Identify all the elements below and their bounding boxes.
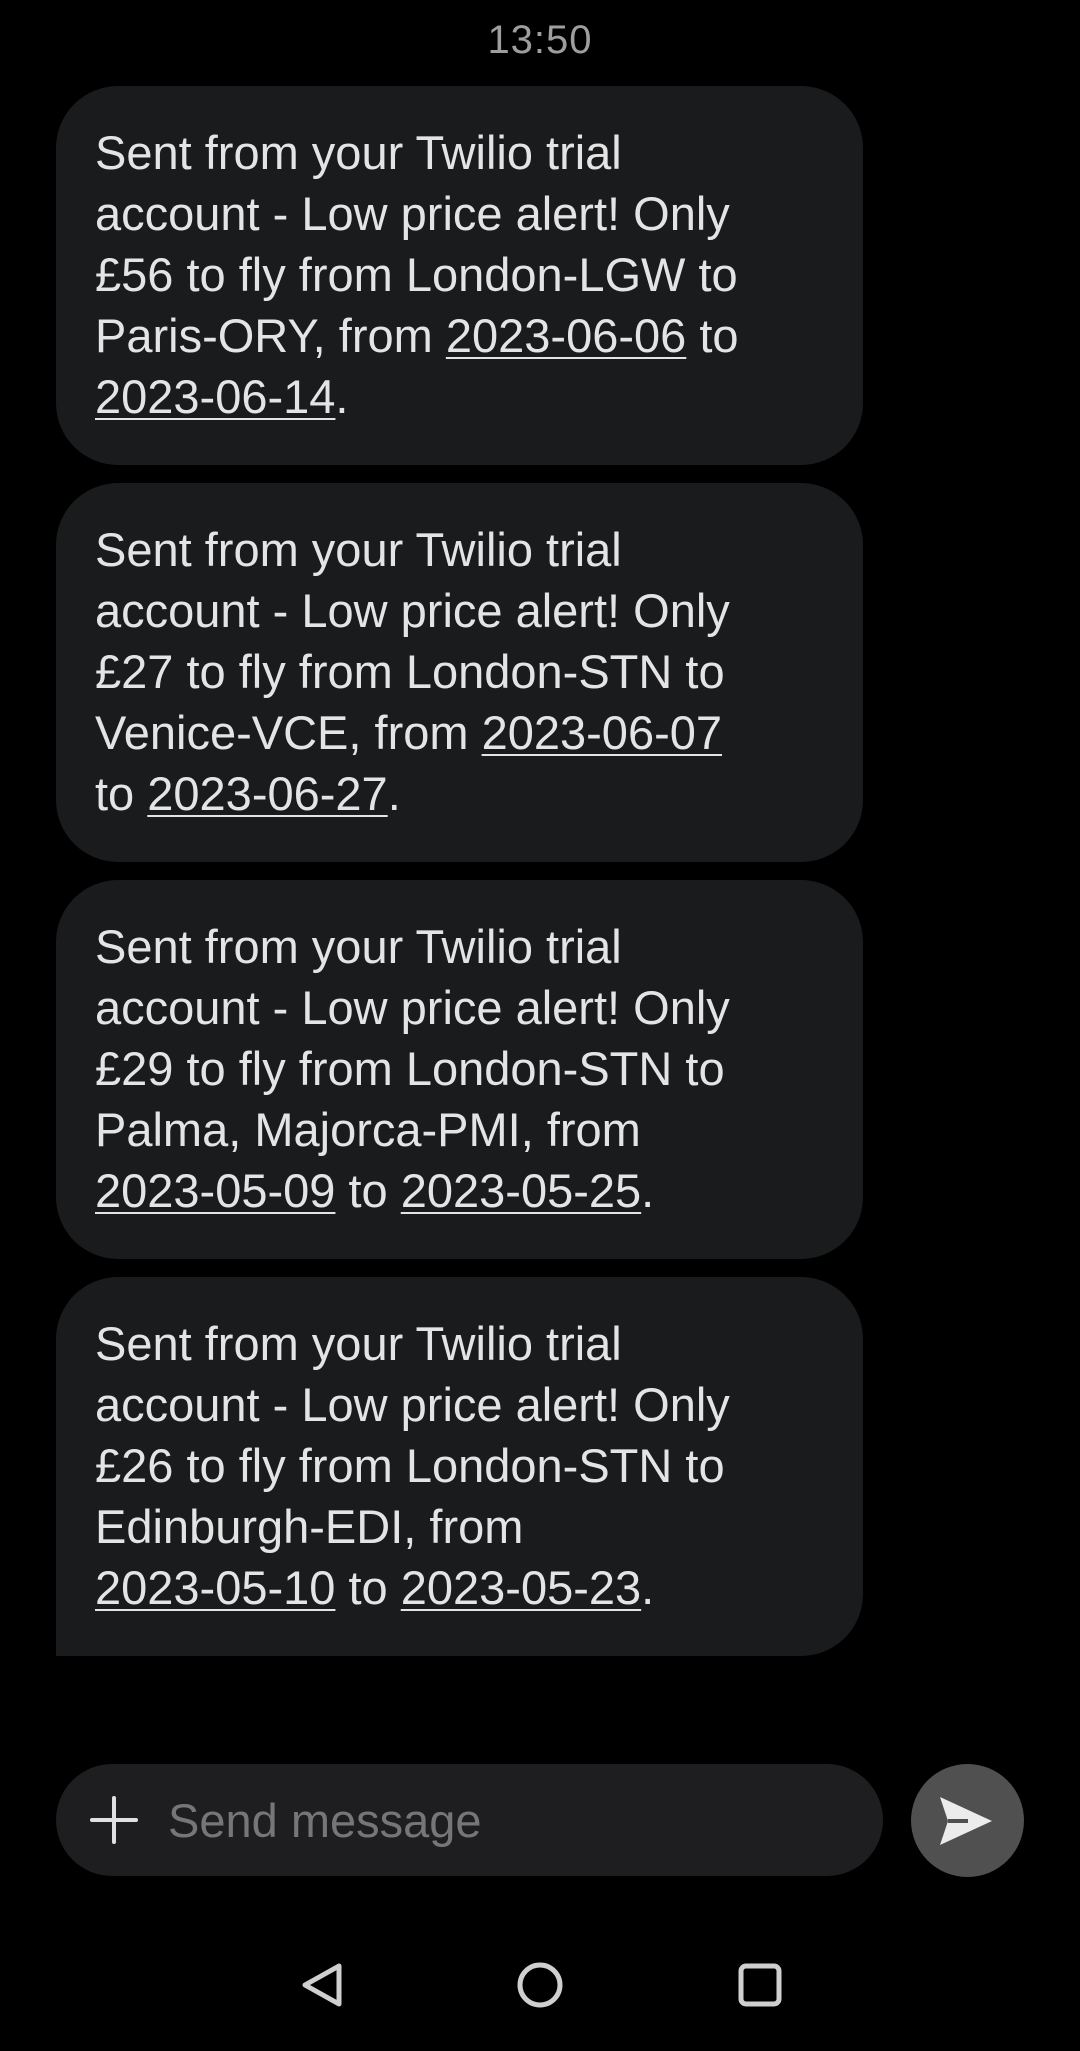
message-text: £26 to fly from London-STN to — [95, 1439, 725, 1492]
back-triangle-icon — [302, 1963, 342, 2007]
message-text-line: Sent from your Twilio trial — [95, 916, 823, 977]
message-text: . — [387, 767, 401, 820]
message-text: £29 to fly from London-STN to — [95, 1042, 725, 1095]
nav-recents-button[interactable] — [710, 1940, 810, 2030]
nav-home-button[interactable] — [490, 1940, 590, 2030]
message-thread: Sent from your Twilio trial account - Low… — [56, 86, 863, 1674]
message-text: account - Low price alert! Only — [95, 1378, 730, 1431]
message-text: Sent from your Twilio trial — [95, 126, 622, 179]
message-text-line: Palma, Majorca-PMI, from — [95, 1099, 823, 1160]
message-text: account - Low price alert! Only — [95, 584, 730, 637]
message-text-line: £56 to fly from London-LGW to — [95, 244, 823, 305]
message-text-line: £29 to fly from London-STN to — [95, 1038, 823, 1099]
message-text-line: 2023-05-09 to 2023-05-25. — [95, 1160, 823, 1221]
message-text-line: Sent from your Twilio trial — [95, 122, 823, 183]
message-text: Sent from your Twilio trial — [95, 1317, 622, 1370]
message-text-line: 2023-06-14. — [95, 366, 823, 427]
date-link[interactable]: 2023-06-14 — [95, 370, 335, 423]
message-bubble[interactable]: Sent from your Twilio trial account - Low… — [56, 483, 863, 862]
compose-bar — [56, 1764, 883, 1876]
message-text: to — [335, 1164, 401, 1217]
message-text: to — [95, 767, 148, 820]
date-link[interactable]: 2023-06-27 — [147, 767, 387, 820]
message-text: account - Low price alert! Only — [95, 981, 730, 1034]
message-text: . — [335, 370, 349, 423]
date-link[interactable]: 2023-05-23 — [401, 1561, 641, 1614]
message-text: Sent from your Twilio trial — [95, 920, 622, 973]
message-text: Venice-VCE, from — [95, 706, 482, 759]
message-text-line: 2023-05-10 to 2023-05-23. — [95, 1557, 823, 1618]
message-text: £56 to fly from London-LGW to — [95, 248, 738, 301]
message-text: . — [641, 1561, 655, 1614]
recents-square-icon — [738, 1963, 782, 2007]
message-text-line: account - Low price alert! Only — [95, 183, 823, 244]
home-circle-icon — [517, 1962, 563, 2008]
message-text-line: £27 to fly from London-STN to — [95, 641, 823, 702]
date-link[interactable]: 2023-06-07 — [482, 706, 722, 759]
message-text-line: account - Low price alert! Only — [95, 580, 823, 641]
message-text-line: account - Low price alert! Only — [95, 1374, 823, 1435]
message-timestamp: 13:50 — [487, 18, 593, 62]
plus-icon[interactable] — [86, 1792, 142, 1848]
nav-back-button[interactable] — [272, 1940, 372, 2030]
message-text: account - Low price alert! Only — [95, 187, 730, 240]
message-text-line: Sent from your Twilio trial — [95, 519, 823, 580]
message-text: to — [686, 309, 739, 362]
send-icon — [940, 1797, 992, 1845]
message-bubble[interactable]: Sent from your Twilio trial account - Low… — [56, 1277, 863, 1656]
message-text-line: £26 to fly from London-STN to — [95, 1435, 823, 1496]
message-text-line: Venice-VCE, from 2023-06-07 — [95, 702, 823, 763]
message-text: Paris-ORY, from — [95, 309, 446, 362]
message-text: . — [641, 1164, 655, 1217]
date-link[interactable]: 2023-05-10 — [95, 1561, 335, 1614]
message-text: to — [335, 1561, 401, 1614]
message-bubble[interactable]: Sent from your Twilio trial account - Low… — [56, 880, 863, 1259]
message-text-line: Sent from your Twilio trial — [95, 1313, 823, 1374]
date-link[interactable]: 2023-06-06 — [446, 309, 686, 362]
message-bubble[interactable]: Sent from your Twilio trial account - Low… — [56, 86, 863, 465]
message-text: Palma, Majorca-PMI, from — [95, 1103, 641, 1156]
message-text-line: to 2023-06-27. — [95, 763, 823, 824]
system-navigation-bar — [0, 1940, 1080, 2030]
date-link[interactable]: 2023-05-09 — [95, 1164, 335, 1217]
message-text-line: account - Low price alert! Only — [95, 977, 823, 1038]
send-button[interactable] — [911, 1764, 1024, 1877]
message-text: £27 to fly from London-STN to — [95, 645, 725, 698]
message-input[interactable] — [168, 1764, 858, 1876]
message-text: Sent from your Twilio trial — [95, 523, 622, 576]
message-text: Edinburgh-EDI, from — [95, 1500, 524, 1553]
message-text-line: Paris-ORY, from 2023-06-06 to — [95, 305, 823, 366]
message-text-line: Edinburgh-EDI, from — [95, 1496, 823, 1557]
date-link[interactable]: 2023-05-25 — [401, 1164, 641, 1217]
